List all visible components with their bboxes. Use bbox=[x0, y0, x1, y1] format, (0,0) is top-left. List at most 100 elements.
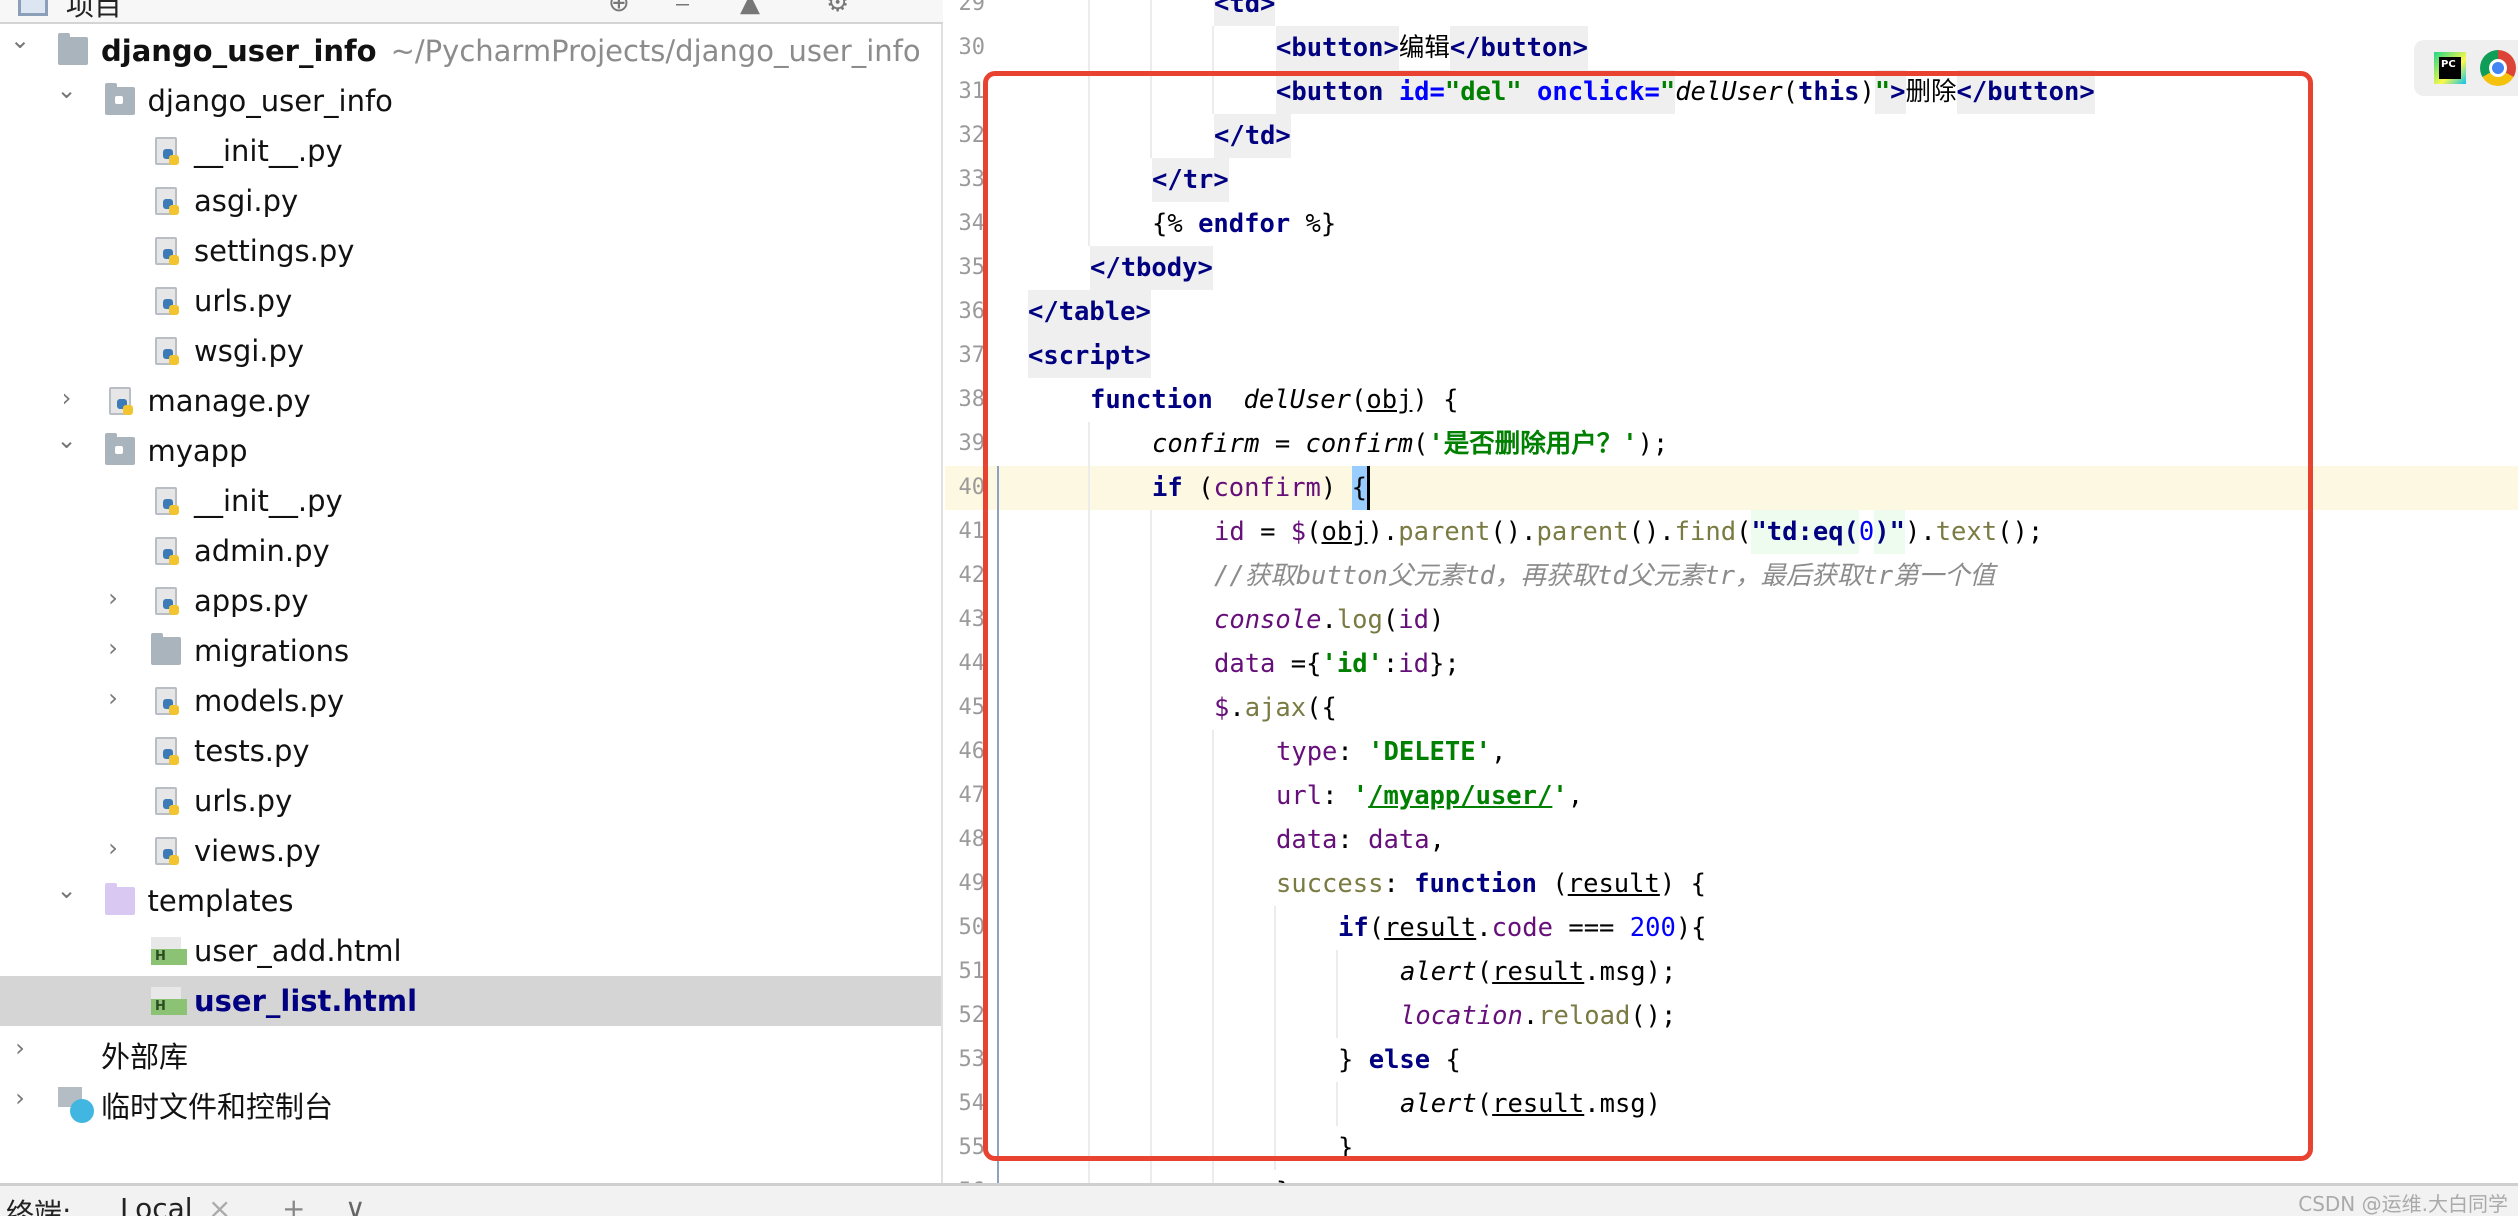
pycharm-icon[interactable]: PC bbox=[2434, 52, 2466, 84]
chevron-right-icon[interactable]: › bbox=[101, 684, 125, 712]
code-line[interactable]: data ={'id':id}; bbox=[1214, 642, 1460, 686]
code-line[interactable]: <button>编辑</button> bbox=[1276, 26, 1589, 70]
chevron-right-icon[interactable]: › bbox=[101, 584, 125, 612]
code-token: alert bbox=[1400, 1089, 1477, 1119]
chevron-down-icon[interactable]: ⌄ bbox=[55, 876, 79, 904]
code-line[interactable]: } else { bbox=[1338, 1038, 1461, 1082]
tree-item-label: django_user_info bbox=[101, 34, 377, 68]
tree-item[interactable]: Huser_add.html bbox=[0, 926, 941, 976]
tree-item[interactable]: Huser_list.html bbox=[0, 976, 941, 1026]
code-line[interactable]: data: data, bbox=[1276, 818, 1445, 862]
code-line[interactable]: <button id="del" onclick="delUser(this)"… bbox=[1276, 70, 2095, 114]
code-line[interactable]: <td> bbox=[1214, 0, 1276, 26]
tree-item[interactable]: ⌄ myapp bbox=[0, 426, 941, 476]
gear-icon[interactable]: ⚙ bbox=[826, 0, 849, 18]
chevron-right-icon[interactable]: › bbox=[55, 384, 79, 412]
tree-item[interactable]: settings.py bbox=[0, 226, 941, 276]
code-line[interactable]: if(result.code === 200){ bbox=[1338, 906, 1707, 950]
code-token: success bbox=[1276, 869, 1384, 899]
tree-item[interactable]: › 外部库 bbox=[0, 1026, 941, 1076]
tree-item-label: apps.py bbox=[194, 584, 309, 618]
code-line[interactable]: </tbody> bbox=[1090, 246, 1213, 290]
chevron-down-icon[interactable]: ∨ bbox=[345, 1192, 366, 1216]
code-token: ). bbox=[1367, 517, 1399, 547]
chevron-down-icon[interactable]: ⌄ bbox=[8, 26, 32, 54]
tree-item[interactable]: › views.py bbox=[0, 826, 941, 876]
change-marker bbox=[997, 466, 999, 1183]
code-token: <button bbox=[1276, 70, 1399, 114]
tree-item[interactable]: › migrations bbox=[0, 626, 941, 676]
code-line[interactable]: id = $(obj).parent().parent().find("td:e… bbox=[1214, 510, 2043, 554]
tree-item[interactable]: › apps.py bbox=[0, 576, 941, 626]
tree-item[interactable]: ⌄ django_user_info ~/PycharmProjects/djang… bbox=[0, 26, 941, 76]
chrome-icon[interactable] bbox=[2480, 50, 2516, 86]
add-tab-icon[interactable]: + bbox=[282, 1192, 305, 1216]
chevron-right-icon[interactable]: › bbox=[8, 1034, 32, 1062]
tree-item[interactable]: asgi.py bbox=[0, 176, 941, 226]
tree-item[interactable]: wsgi.py bbox=[0, 326, 941, 376]
code-line[interactable]: confirm = confirm('是否删除用户？'); bbox=[1152, 422, 1668, 466]
indent-guide bbox=[1212, 774, 1214, 818]
tree-item[interactable]: urls.py bbox=[0, 776, 941, 826]
tree-item-text: templates bbox=[148, 884, 294, 918]
chevron-right-icon[interactable]: › bbox=[101, 634, 125, 662]
project-view-title[interactable]: 项目 bbox=[66, 0, 122, 22]
code-line[interactable]: </td> bbox=[1214, 114, 1291, 158]
code-token: > bbox=[1890, 70, 1906, 114]
collapse-all-icon[interactable]: ⎯ bbox=[676, 0, 689, 19]
chevron-down-icon[interactable]: ⌄ bbox=[55, 76, 79, 104]
code-line[interactable]: } bbox=[1276, 1170, 1291, 1183]
chevron-down-icon[interactable]: ⌄ bbox=[55, 426, 79, 454]
tree-item[interactable]: __init__.py bbox=[0, 126, 941, 176]
code-line[interactable]: type: 'DELETE', bbox=[1276, 730, 1506, 774]
chevron-right-icon[interactable]: › bbox=[101, 834, 125, 862]
tree-item-label: __init__.py bbox=[194, 134, 343, 168]
code-line[interactable]: console.log(id) bbox=[1214, 598, 1444, 642]
tree-item[interactable]: › manage.py bbox=[0, 376, 941, 426]
tree-item[interactable]: tests.py bbox=[0, 726, 941, 776]
tree-item-label: migrations bbox=[194, 634, 350, 668]
tree-item[interactable]: › models.py bbox=[0, 676, 941, 726]
python-file-icon bbox=[155, 337, 179, 365]
line-number: 30 bbox=[958, 35, 986, 60]
indent-guide bbox=[1150, 730, 1152, 774]
code-token: url bbox=[1276, 781, 1323, 811]
terminal-tab-local[interactable]: Local bbox=[120, 1192, 193, 1216]
code-token: endfor bbox=[1198, 209, 1291, 239]
code-line[interactable]: if (confirm) { bbox=[1152, 466, 1370, 510]
code-line[interactable]: //获取button父元素td，再获取td父元素tr，最后获取tr第一个值 bbox=[1214, 554, 1995, 598]
code-line[interactable]: url: '/myapp/user/', bbox=[1276, 774, 1583, 818]
indent-guide bbox=[1088, 466, 1090, 510]
code-line[interactable]: {% endfor %} bbox=[1152, 202, 1336, 246]
line-number: 41 bbox=[958, 519, 986, 544]
code-token: /myapp/user/ bbox=[1368, 781, 1553, 811]
code-line[interactable]: </table> bbox=[1028, 290, 1151, 334]
code-line[interactable]: location.reload(); bbox=[1400, 994, 1676, 1038]
indent-guide bbox=[1150, 862, 1152, 906]
code-line[interactable]: } bbox=[1338, 1126, 1353, 1170]
code-line[interactable]: <script> bbox=[1028, 334, 1151, 378]
locate-icon[interactable]: ⊕ bbox=[608, 0, 630, 18]
indent-guide bbox=[1212, 950, 1214, 994]
expand-icon[interactable]: ▲ bbox=[740, 0, 760, 18]
tree-item[interactable]: urls.py bbox=[0, 276, 941, 326]
code-editor[interactable]: 29 <td> 30 <button>编辑</button> 31 <button id=… bbox=[945, 0, 2518, 1183]
tree-item[interactable]: __init__.py bbox=[0, 476, 941, 526]
indent-guide bbox=[1088, 422, 1090, 466]
close-tab-icon[interactable]: × bbox=[208, 1192, 231, 1216]
code-line[interactable]: success: function (result) { bbox=[1276, 862, 1706, 906]
code-line[interactable]: function delUser(obj) { bbox=[1090, 378, 1459, 422]
tree-item[interactable]: › 临时文件和控制台 bbox=[0, 1076, 941, 1126]
tree-item[interactable]: ⌄ templates bbox=[0, 876, 941, 926]
code-token: id bbox=[1398, 605, 1429, 635]
code-line[interactable]: alert(result.msg); bbox=[1400, 950, 1676, 994]
code-line[interactable]: alert(result.msg) bbox=[1400, 1082, 1661, 1126]
code-line[interactable]: </tr> bbox=[1152, 158, 1229, 202]
code-token: code bbox=[1491, 913, 1553, 943]
code-token: alert bbox=[1400, 957, 1477, 987]
code-line[interactable]: $.ajax({ bbox=[1214, 686, 1337, 730]
line-number: 33 bbox=[958, 167, 986, 192]
tree-item[interactable]: ⌄ django_user_info bbox=[0, 76, 941, 126]
tree-item[interactable]: admin.py bbox=[0, 526, 941, 576]
chevron-right-icon[interactable]: › bbox=[8, 1084, 32, 1112]
